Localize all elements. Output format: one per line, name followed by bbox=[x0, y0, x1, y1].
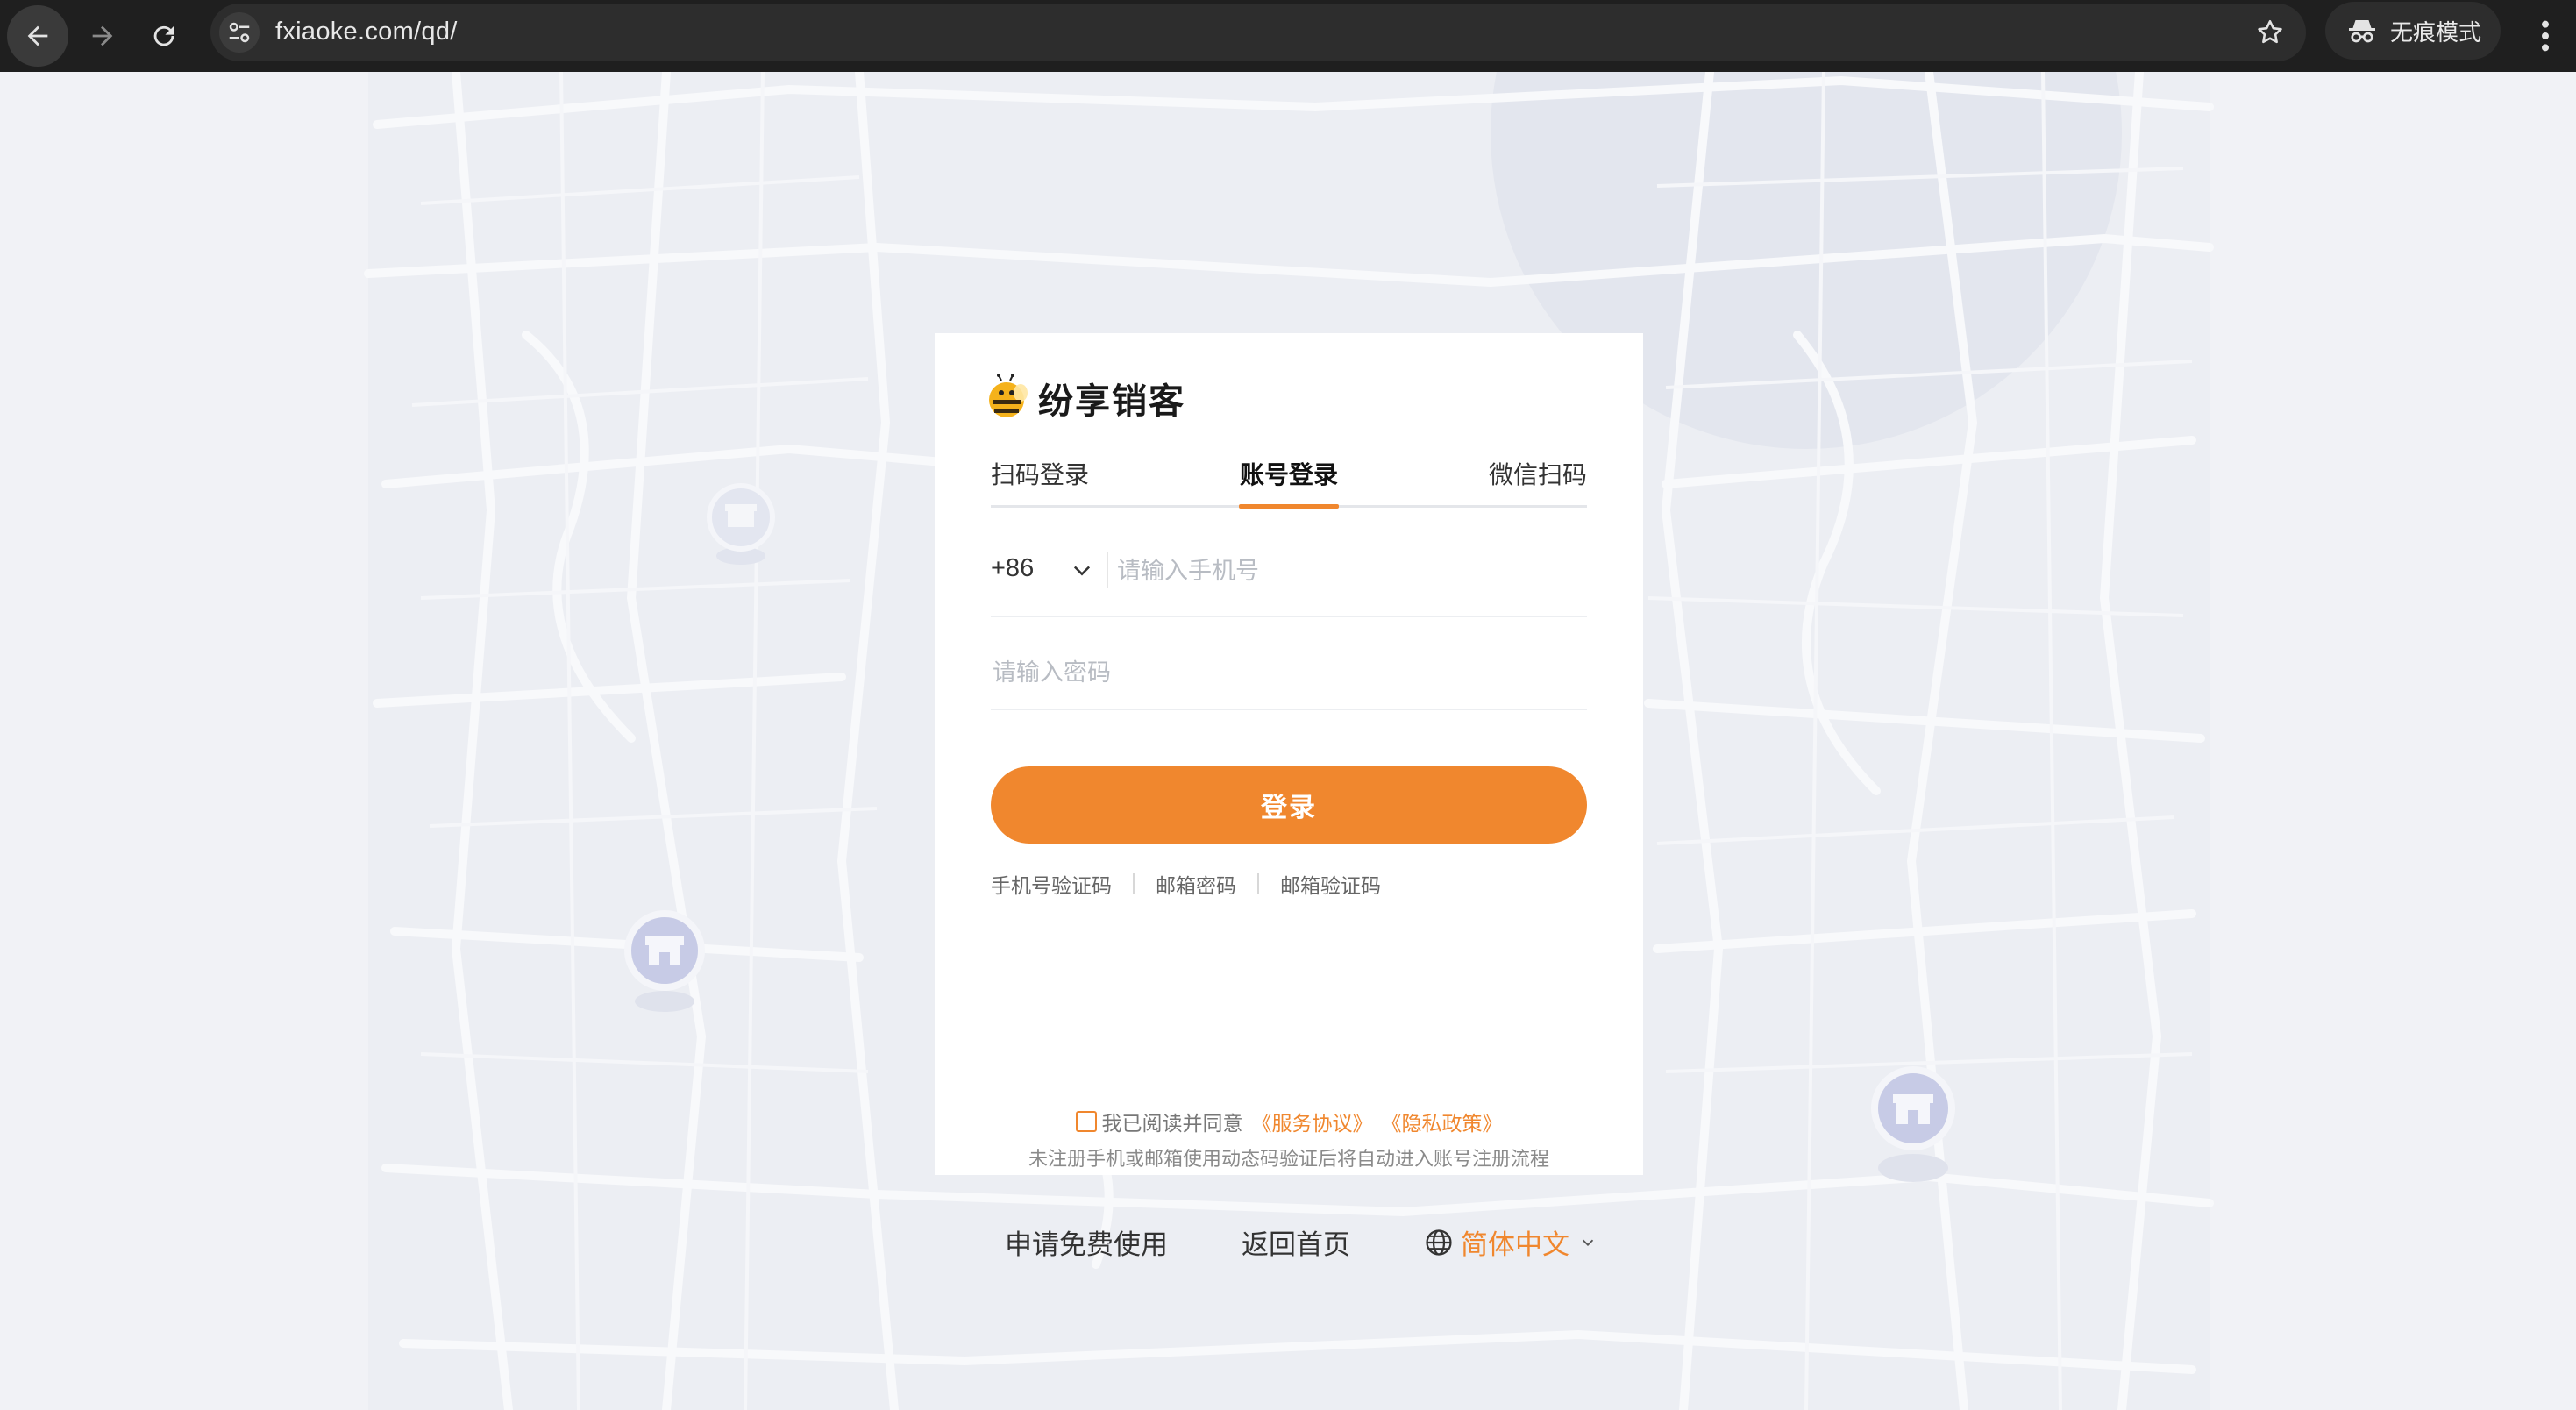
back-to-home-link[interactable]: 返回首页 bbox=[1242, 1222, 1350, 1262]
active-tab-indicator bbox=[1239, 504, 1339, 509]
site-settings-button[interactable] bbox=[219, 12, 260, 53]
forward-arrow-icon bbox=[92, 25, 113, 46]
link-divider bbox=[1133, 873, 1135, 894]
field-divider bbox=[1107, 552, 1108, 588]
site-settings-icon bbox=[229, 22, 250, 43]
chevron-down-icon bbox=[1582, 1239, 1594, 1246]
star-icon bbox=[2258, 19, 2282, 44]
language-switcher[interactable]: 简体中文 bbox=[1424, 1222, 1598, 1262]
link-divider bbox=[1257, 873, 1259, 894]
agreement-prefix: 我已阅读并同意 bbox=[1101, 1113, 1243, 1136]
registration-note: 未注册手机或邮箱使用动态码验证后将自动进入账号注册流程 bbox=[1028, 1149, 1549, 1171]
login-card: 纷享销客 扫码登录 账号登录 微信扫码 +86 登录 手机号验证码 邮箱密码 邮… bbox=[935, 333, 1643, 1175]
tab-qr-login[interactable]: 扫码登录 bbox=[991, 456, 1089, 491]
login-tabs: 扫码登录 账号登录 微信扫码 bbox=[991, 456, 1587, 509]
back-button[interactable] bbox=[7, 5, 68, 67]
address-bar[interactable]: fxiaoke.com/qd/ bbox=[210, 4, 2306, 61]
logo-bee-icon bbox=[989, 374, 1028, 417]
store-pin-icon bbox=[707, 483, 775, 565]
brand-name: 纷享销客 bbox=[1038, 381, 1185, 422]
store-pin-icon bbox=[1871, 1066, 1955, 1182]
more-vert-icon bbox=[2542, 20, 2549, 52]
country-code-select[interactable]: +86 bbox=[991, 554, 1034, 583]
reload-button[interactable] bbox=[133, 5, 195, 67]
incognito-indicator[interactable]: 无痕模式 bbox=[2325, 2, 2501, 60]
email-code-login-link[interactable]: 邮箱验证码 bbox=[1280, 869, 1381, 899]
apply-free-trial-link[interactable]: 申请免费使用 bbox=[1005, 1222, 1168, 1262]
reload-icon bbox=[153, 25, 174, 46]
tab-account-login[interactable]: 账号登录 bbox=[1240, 456, 1338, 491]
privacy-policy-link[interactable]: 《隐私政策》 bbox=[1382, 1107, 1503, 1136]
alternative-login-methods: 手机号验证码 邮箱密码 邮箱验证码 bbox=[991, 866, 1381, 901]
store-pin-icon bbox=[624, 910, 705, 1012]
password-input[interactable] bbox=[991, 647, 1582, 698]
brand-logo: 纷享销客 bbox=[984, 372, 1185, 424]
bookmark-button[interactable] bbox=[2252, 14, 2288, 51]
url-text[interactable]: fxiaoke.com/qd/ bbox=[275, 18, 458, 46]
forward-button[interactable] bbox=[72, 5, 133, 67]
password-field-row bbox=[991, 630, 1587, 710]
phone-input[interactable] bbox=[1115, 545, 1583, 596]
agreement-checkbox[interactable] bbox=[1075, 1111, 1097, 1132]
browser-toolbar: fxiaoke.com/qd/ 无痕模式 bbox=[0, 0, 2576, 72]
email-password-login-link[interactable]: 邮箱密码 bbox=[1156, 869, 1236, 899]
tab-wechat-scan[interactable]: 微信扫码 bbox=[1489, 456, 1587, 491]
browser-menu-button[interactable] bbox=[2523, 5, 2567, 67]
incognito-icon bbox=[2349, 20, 2375, 43]
service-terms-link[interactable]: 《服务协议》 bbox=[1252, 1107, 1373, 1136]
globe-icon bbox=[1426, 1228, 1452, 1256]
login-button[interactable]: 登录 bbox=[991, 766, 1587, 844]
incognito-label: 无痕模式 bbox=[2390, 19, 2482, 46]
phone-code-login-link[interactable]: 手机号验证码 bbox=[991, 869, 1112, 899]
chevron-down-icon[interactable] bbox=[1070, 558, 1094, 582]
footer-links: 申请免费使用 返回首页 简体中文 bbox=[0, 1222, 2576, 1266]
agreement-section: 我已阅读并同意 《服务协议》 《隐私政策》 未注册手机或邮箱使用动态码验证后将自… bbox=[935, 1107, 1643, 1171]
back-arrow-icon bbox=[27, 25, 48, 46]
language-label: 简体中文 bbox=[1461, 1229, 1569, 1261]
phone-field-row: +86 bbox=[991, 537, 1587, 617]
